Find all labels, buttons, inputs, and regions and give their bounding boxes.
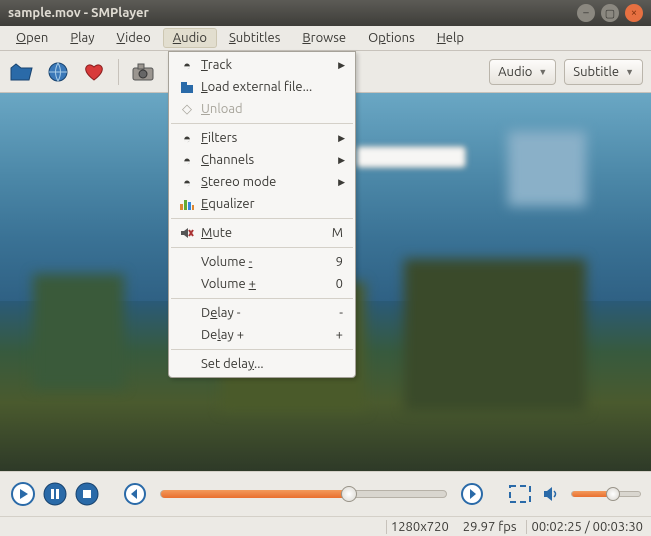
- menu-item-volume-minus[interactable]: Volume - 9: [169, 251, 355, 273]
- volume-icon[interactable]: [539, 481, 565, 507]
- menu-audio[interactable]: Audio: [163, 28, 217, 48]
- menu-item-mute[interactable]: Mute M: [169, 222, 355, 244]
- menu-video[interactable]: Video: [106, 28, 160, 48]
- mute-icon: [177, 227, 197, 239]
- menu-help[interactable]: Help: [427, 28, 474, 48]
- seek-forward-button[interactable]: [459, 481, 485, 507]
- fullscreen-button[interactable]: [507, 481, 533, 507]
- channels-submenu-hint: [356, 146, 466, 168]
- menu-item-stereo[interactable]: ◓ Stereo mode ▶: [169, 171, 355, 193]
- menu-open[interactable]: Open: [6, 28, 58, 48]
- menu-separator: [171, 247, 353, 248]
- status-fps: 29.97 fps: [463, 520, 517, 534]
- playback-controls: [0, 471, 651, 516]
- channels-icon: ◓: [177, 153, 197, 168]
- menu-item-load-external[interactable]: Load external file...: [169, 76, 355, 98]
- favorites-icon[interactable]: [80, 58, 108, 86]
- volume-thumb[interactable]: [606, 487, 620, 501]
- seek-fill: [161, 490, 349, 498]
- status-resolution: 1280x720: [386, 520, 453, 534]
- menu-separator: [171, 349, 353, 350]
- menu-item-unload: ◇ Unload: [169, 98, 355, 120]
- menu-play[interactable]: Play: [60, 28, 104, 48]
- menu-separator: [171, 218, 353, 219]
- seek-thumb[interactable]: [341, 486, 357, 502]
- screenshot-icon[interactable]: [129, 58, 157, 86]
- load-icon: [177, 80, 197, 94]
- minimize-button[interactable]: –: [577, 4, 595, 22]
- menu-item-channels[interactable]: ◓ Channels ▶: [169, 149, 355, 171]
- menu-item-volume-plus[interactable]: Volume + 0: [169, 273, 355, 295]
- stop-button[interactable]: [74, 481, 100, 507]
- menu-options[interactable]: Options: [358, 28, 425, 48]
- status-time: 00:02:25 / 00:03:30: [526, 520, 647, 534]
- menubar: Open Play Video Audio Subtitles Browse O…: [0, 26, 651, 51]
- play-button[interactable]: [10, 481, 36, 507]
- menu-item-equalizer[interactable]: Equalizer: [169, 193, 355, 215]
- statusbar: 1280x720 29.97 fps 00:02:25 / 00:03:30: [0, 516, 651, 536]
- menu-item-delay-minus[interactable]: Delay - -: [169, 302, 355, 324]
- seek-slider[interactable]: [160, 490, 447, 498]
- filters-icon: ◓: [177, 131, 197, 146]
- menu-item-delay-plus[interactable]: Delay + +: [169, 324, 355, 346]
- equalizer-icon: [177, 198, 197, 210]
- window-controls: – ▢ ×: [577, 4, 643, 22]
- open-file-icon[interactable]: [8, 58, 36, 86]
- menu-item-set-delay[interactable]: Set delay...: [169, 353, 355, 375]
- volume-slider[interactable]: [571, 491, 641, 497]
- titlebar: sample.mov - SMPlayer – ▢ ×: [0, 0, 651, 26]
- audio-menu: ◓ Track ▶ Load external file... ◇ Unload…: [168, 51, 356, 378]
- menu-browse[interactable]: Browse: [292, 28, 356, 48]
- seek-back-button[interactable]: [122, 481, 148, 507]
- track-icon: ◓: [177, 58, 197, 73]
- window-title: sample.mov - SMPlayer: [8, 6, 577, 20]
- subtitle-track-button[interactable]: Subtitle▼: [564, 59, 643, 85]
- menu-separator: [171, 123, 353, 124]
- menu-item-filters[interactable]: ◓ Filters ▶: [169, 127, 355, 149]
- menu-item-track[interactable]: ◓ Track ▶: [169, 54, 355, 76]
- toolbar-separator: [118, 59, 119, 85]
- menu-subtitles[interactable]: Subtitles: [219, 28, 290, 48]
- maximize-button[interactable]: ▢: [601, 4, 619, 22]
- stereo-icon: ◓: [177, 175, 197, 190]
- pause-button[interactable]: [42, 481, 68, 507]
- unload-icon: ◇: [177, 102, 197, 117]
- menu-separator: [171, 298, 353, 299]
- close-button[interactable]: ×: [625, 4, 643, 22]
- open-url-icon[interactable]: [44, 58, 72, 86]
- audio-track-button[interactable]: Audio▼: [489, 59, 556, 85]
